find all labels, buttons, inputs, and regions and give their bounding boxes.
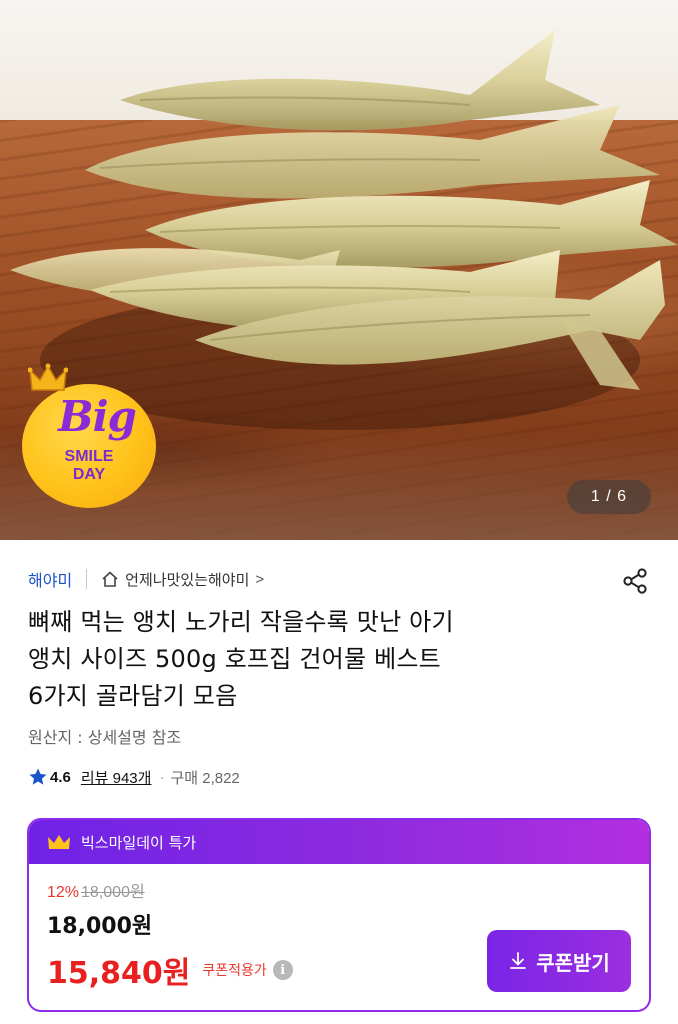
image-pager: 1 / 6: [567, 480, 651, 514]
discount-rate: 12%: [47, 884, 80, 901]
original-price: 18,000원: [81, 884, 145, 901]
coupon-price: 15,840원: [47, 956, 191, 991]
product-title: 뼈째 먹는 앵치 노가리 작을수록 맛난 아기 앵치 사이즈 500g 호프집 …: [28, 604, 628, 715]
deal-label: 빅스마일데이 특가: [81, 833, 197, 852]
store-name: 언제나맛있는해야미: [125, 571, 250, 589]
product-title-line: 뼈째 먹는 앵치 노가리 작을수록 맛난 아기: [28, 608, 454, 636]
rating-row: 4.6 리뷰 943개 · 구매 2,822: [28, 765, 240, 789]
crown-icon: [48, 835, 70, 849]
coupon-button-label: 쿠폰받기: [536, 950, 610, 975]
download-icon: [510, 952, 527, 969]
star-icon: [29, 768, 47, 785]
store-link[interactable]: 언제나맛있는해야미 >: [101, 569, 264, 590]
info-icon[interactable]: i: [272, 960, 293, 980]
deal-card: 빅스마일데이 특가 12% 18,000원 18,000원 15,840원 쿠폰…: [27, 818, 651, 1012]
coupon-price-row: 15,840원 쿠폰적용가 i: [47, 948, 293, 992]
separator-dot: ·: [159, 768, 165, 786]
seller-row: 해야미 언제나맛있는해야미 >: [28, 564, 650, 594]
deal-header: 빅스마일데이 특가: [29, 820, 649, 864]
coupon-note: 쿠폰적용가: [202, 963, 267, 979]
discount-line: 12% 18,000원: [47, 878, 145, 902]
product-image-carousel[interactable]: Big SMILE DAY 1 / 6: [0, 0, 678, 540]
badge-big-text: Big: [58, 392, 137, 441]
big-smile-day-badge: Big SMILE DAY: [22, 362, 156, 508]
chevron-right-icon: >: [255, 570, 265, 588]
coupon-download-button[interactable]: 쿠폰받기: [487, 930, 631, 992]
purchase-count: 구매 2,822: [170, 769, 240, 787]
home-icon: [102, 571, 118, 587]
crown-icon: [28, 363, 68, 391]
product-title-line: 6가지 골라담기 모음: [28, 682, 238, 710]
review-link[interactable]: 리뷰 943개: [81, 767, 152, 788]
origin-text: 원산지 : 상세설명 참조: [28, 728, 182, 747]
brand-link[interactable]: 해야미: [28, 567, 72, 591]
product-title-line: 앵치 사이즈 500g 호프집 건어물 베스트: [28, 645, 441, 673]
badge-day-text: DAY: [72, 466, 106, 483]
seller-divider: [86, 569, 88, 589]
share-icon[interactable]: [620, 566, 650, 596]
sale-price: 18,000원: [47, 914, 153, 939]
rating-value: 4.6: [50, 768, 71, 786]
badge-smile-text: SMILE: [64, 448, 114, 465]
